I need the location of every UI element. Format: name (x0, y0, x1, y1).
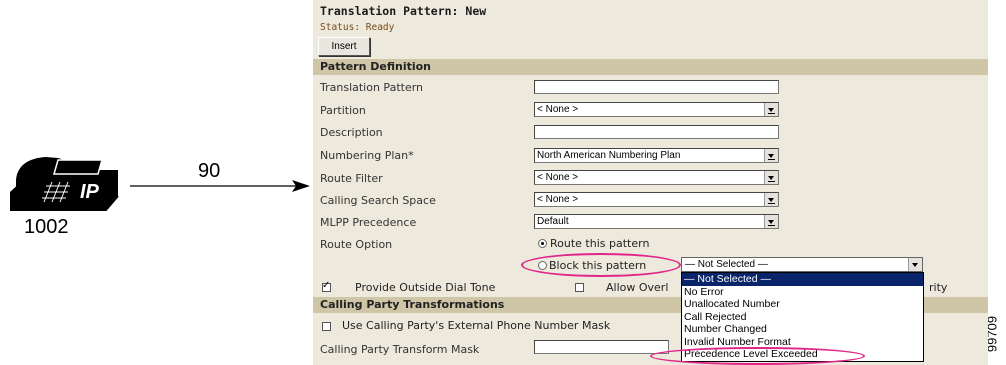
calling-search-space-label: Calling Search Space (320, 194, 436, 207)
mlpp-precedence-select[interactable]: Default (534, 214, 779, 229)
external-mask-label: Use Calling Party's External Phone Numbe… (342, 319, 611, 332)
external-mask-checkbox[interactable] (322, 322, 331, 331)
block-reason-option[interactable]: Call Rejected (682, 311, 923, 324)
ip-phone-icon: IP (10, 157, 119, 211)
block-reason-option[interactable]: Precedence Level Exceeded (682, 348, 923, 361)
chevron-down-icon[interactable] (764, 149, 778, 162)
translation-pattern-input[interactable] (534, 80, 779, 94)
partition-value: < None > (537, 104, 579, 115)
block-reason-value: — Not Selected — (685, 259, 768, 270)
calling-search-space-value: < None > (537, 194, 579, 205)
outside-dial-tone-checkbox[interactable] (322, 280, 331, 292)
block-reason-option[interactable]: Unallocated Number (682, 298, 923, 311)
block-reason-dropdown-list: — Not Selected — No Error Unallocated Nu… (681, 272, 924, 362)
mlpp-precedence-label: MLPP Precedence (320, 216, 417, 229)
phone-extension: 1002 (24, 216, 69, 238)
calling-search-space-select[interactable]: < None > (534, 192, 779, 207)
numbering-plan-value: North American Numbering Plan (537, 150, 681, 161)
block-reason-select[interactable]: — Not Selected — (681, 257, 923, 272)
block-reason-option[interactable]: Number Changed (682, 323, 923, 336)
transform-mask-label: Calling Party Transform Mask (320, 343, 480, 356)
arrow-right-icon (130, 180, 310, 192)
outside-dial-tone-label: Provide Outside Dial Tone (355, 281, 496, 294)
numbering-plan-label: Numbering Plan* (320, 149, 414, 162)
block-reason-option[interactable]: Invalid Number Format (682, 336, 923, 349)
phone-ip-label: IP (80, 181, 100, 203)
description-input[interactable] (534, 125, 779, 139)
route-option-label: Route Option (320, 238, 393, 251)
route-this-pattern-label: Route this pattern (550, 237, 650, 250)
route-filter-value: < None > (537, 172, 579, 183)
route-filter-label: Route Filter (320, 172, 383, 185)
urgent-priority-label: rity (929, 281, 948, 294)
chevron-down-icon[interactable] (764, 171, 778, 184)
insert-button[interactable]: Insert (318, 37, 370, 56)
partition-label: Partition (320, 104, 366, 117)
chevron-down-icon[interactable] (764, 215, 778, 228)
route-filter-select[interactable]: < None > (534, 170, 779, 185)
block-reason-option[interactable]: No Error (682, 286, 923, 299)
section-pattern-definition: Pattern Definition (313, 59, 988, 75)
translation-pattern-panel: Translation Pattern: New Status: Ready I… (313, 0, 988, 365)
block-this-pattern-label: Block this pattern (549, 259, 647, 272)
mlpp-precedence-value: Default (537, 216, 569, 227)
chevron-down-icon[interactable] (908, 258, 922, 271)
transform-mask-input[interactable] (534, 340, 669, 354)
allow-overlap-checkbox[interactable] (575, 283, 584, 292)
allow-overlap-label: Allow Overl (606, 281, 669, 294)
description-label: Description (320, 126, 383, 139)
partition-select[interactable]: < None > (534, 102, 779, 117)
chevron-down-icon[interactable] (764, 193, 778, 206)
block-this-pattern-radio[interactable] (538, 261, 547, 270)
numbering-plan-select[interactable]: North American Numbering Plan (534, 148, 779, 163)
route-this-pattern-radio[interactable] (538, 239, 547, 248)
page-title: Translation Pattern: New (320, 4, 487, 18)
chevron-down-icon[interactable] (764, 103, 778, 116)
block-reason-option[interactable]: — Not Selected — (682, 273, 923, 286)
status-text: Status: Ready (320, 22, 395, 33)
translation-pattern-label: Translation Pattern (320, 81, 424, 94)
